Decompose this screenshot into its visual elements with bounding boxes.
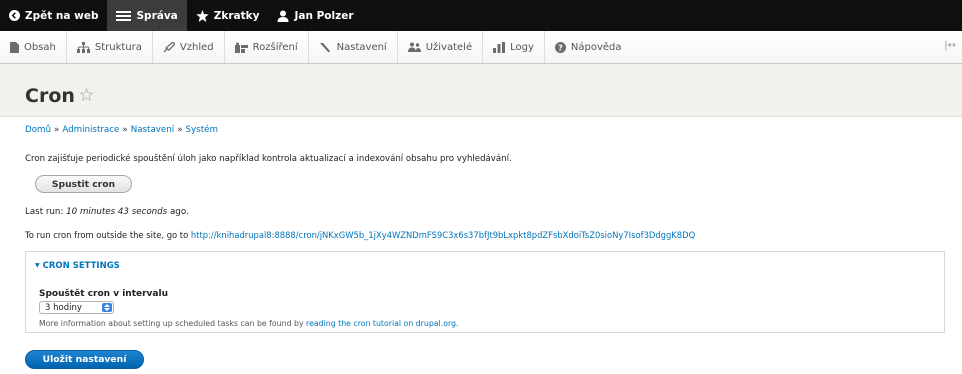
shortcuts-tab[interactable]: Zkratky (187, 0, 269, 31)
select-arrows-icon (102, 303, 112, 312)
tray-item-structure[interactable]: Struktura (67, 31, 153, 63)
puzzle-icon (234, 42, 248, 53)
shortcuts-label: Zkratky (213, 9, 260, 22)
tray-item-people[interactable]: Uživatelé (398, 31, 484, 63)
breadcrumb-separator: » (122, 125, 128, 135)
tray-item-content[interactable]: Obsah (0, 31, 67, 63)
user-label: Jan Polzer (294, 9, 354, 22)
tray-item-label: Uživatelé (425, 41, 473, 53)
shortcut-star-icon[interactable] (80, 88, 93, 101)
tray-item-configuration[interactable]: Nastavení (309, 31, 398, 63)
svg-text:?: ? (558, 43, 563, 52)
interval-field-label: Spouštět cron v intervalu (39, 289, 168, 299)
user-tab[interactable]: Jan Polzer (268, 0, 362, 31)
intro-text: Cron zajišťuje periodické spouštění úloh… (25, 154, 512, 164)
interval-select-value: 3 hodiny (45, 302, 82, 313)
interval-description-prefix: More information about setting up schedu… (39, 319, 307, 328)
cron-settings-summary[interactable]: ▼ CRON SETTINGS (35, 261, 120, 271)
last-run-text: Last run: 10 minutes 43 seconds ago. (25, 207, 189, 217)
tray-item-label: Rozšíření (252, 41, 298, 53)
tray-item-reports[interactable]: Logy (483, 31, 545, 63)
help-icon: ? (554, 41, 566, 53)
people-icon (407, 42, 421, 52)
run-cron-button[interactable]: Spustit cron (35, 175, 132, 193)
brush-icon (163, 41, 175, 52)
outside-cron-prefix: To run cron from outside the site, go to (25, 230, 191, 240)
outside-cron-text: To run cron from outside the site, go to… (25, 230, 695, 240)
admin-menu-tray: Obsah Struktura Vzhled Rozšíření Nastave… (0, 31, 962, 64)
page-header: Cron (0, 64, 962, 117)
tray-item-help[interactable]: ? Nápověda (545, 31, 632, 63)
manage-label: Správa (136, 9, 178, 22)
tray-item-label: Nápověda (570, 41, 622, 53)
tray-orientation-toggle[interactable]: |↔ (944, 40, 956, 51)
breadcrumb: Domů» Administrace» Nastavení» Systém (25, 125, 218, 135)
tray-item-label: Nastavení (336, 41, 387, 53)
tray-item-extend[interactable]: Rozšíření (225, 31, 309, 63)
tray-item-label: Struktura (94, 41, 142, 53)
last-run-suffix: ago. (167, 207, 189, 217)
interval-description: More information about setting up schedu… (39, 319, 458, 328)
breadcrumb-link-admin[interactable]: Administrace (62, 125, 119, 135)
last-run-prefix: Last run: (25, 207, 67, 217)
triangle-down-icon: ▼ (35, 262, 40, 269)
back-to-site-label: Zpět na web (25, 9, 99, 22)
hamburger-icon (116, 10, 132, 21)
tray-item-label: Vzhled (179, 41, 214, 53)
save-settings-button[interactable]: Uložit nastavení (25, 350, 144, 369)
tray-item-label: Logy (510, 41, 534, 53)
manage-tab[interactable]: Správa (107, 0, 187, 31)
back-arrow-icon (9, 10, 20, 21)
page-title: Cron (25, 85, 75, 107)
breadcrumb-link-config[interactable]: Nastavení (131, 125, 174, 135)
interval-description-suffix: . (456, 319, 459, 328)
breadcrumb-link-home[interactable]: Domů (25, 125, 51, 135)
cron-settings-details: ▼ CRON SETTINGS Spouštět cron v intervalu… (25, 251, 945, 333)
bar-chart-icon (493, 41, 506, 53)
wrench-icon (319, 42, 330, 52)
tray-item-appearance[interactable]: Vzhled (153, 31, 225, 63)
star-icon (196, 9, 209, 22)
cron-settings-summary-label: CRON SETTINGS (42, 261, 120, 271)
last-run-value: 10 minutes 43 seconds (66, 207, 168, 217)
tray-item-label: Obsah (24, 41, 56, 53)
breadcrumb-separator: » (53, 125, 60, 135)
cron-url-link[interactable]: http://knihadrupal8:8888/cron/jNKxGW5b_1… (191, 230, 695, 240)
breadcrumb-separator: » (177, 125, 183, 135)
sitemap-icon (76, 41, 90, 53)
breadcrumb-link-system[interactable]: Systém (186, 125, 218, 135)
user-icon (277, 10, 289, 22)
admin-toolbar: Zpět na web Správa Zkratky Jan Polzer (0, 0, 962, 31)
cron-tutorial-link[interactable]: reading the cron tutorial on drupal.org (306, 319, 456, 328)
file-icon (10, 41, 19, 53)
interval-select[interactable]: 3 hodiny (39, 301, 114, 314)
back-to-site-link[interactable]: Zpět na web (0, 0, 107, 31)
